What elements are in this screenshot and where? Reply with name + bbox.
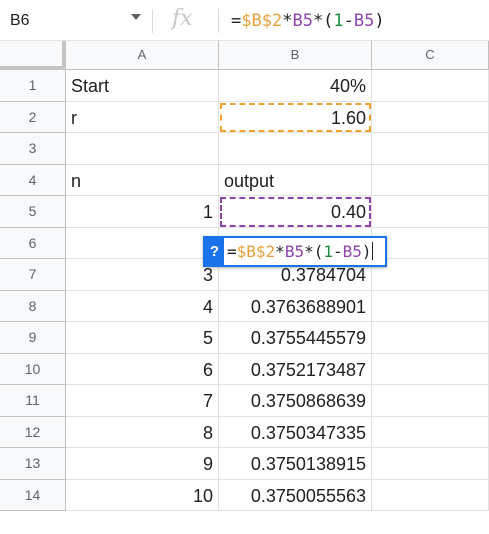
- name-box[interactable]: B6: [10, 8, 130, 34]
- formula-token: 1: [323, 242, 333, 261]
- formula-help-button[interactable]: ?: [205, 238, 224, 265]
- row-header[interactable]: 10: [0, 353, 66, 385]
- cell-c14[interactable]: [372, 479, 489, 511]
- cell-b8[interactable]: 0.3763688901: [219, 290, 372, 322]
- row-header[interactable]: 4: [0, 164, 66, 196]
- cell-a6[interactable]: [66, 227, 219, 259]
- row-header[interactable]: 13: [0, 448, 66, 480]
- formula-token: =: [227, 242, 237, 261]
- row-header[interactable]: 5: [0, 196, 66, 228]
- formula-token: 1: [333, 11, 344, 31]
- column-header-a[interactable]: A: [66, 41, 219, 70]
- cell-c11[interactable]: [372, 385, 489, 417]
- cell-c3[interactable]: [372, 133, 489, 165]
- row-header[interactable]: 1: [0, 70, 66, 102]
- formula-token: *(: [304, 242, 324, 261]
- cell-c10[interactable]: [372, 353, 489, 385]
- cell-a4[interactable]: n: [66, 164, 219, 196]
- cell-c8[interactable]: [372, 290, 489, 322]
- formula-token: ): [361, 242, 372, 261]
- chevron-down-icon[interactable]: [131, 14, 141, 20]
- formula-token: $B$2: [236, 242, 276, 261]
- cell-a12[interactable]: 8: [66, 416, 219, 448]
- cell-b2[interactable]: 1.60: [219, 101, 372, 133]
- cell-a5[interactable]: 1: [66, 196, 219, 228]
- row-header[interactable]: 9: [0, 322, 66, 354]
- row-header[interactable]: 2: [0, 101, 66, 133]
- formula-token: -: [332, 242, 343, 261]
- cell-a2[interactable]: r: [66, 101, 219, 133]
- cell-b14[interactable]: 0.3750055563: [219, 479, 372, 511]
- cell-a8[interactable]: 4: [66, 290, 219, 322]
- formula-token: B5: [342, 242, 362, 261]
- row-header[interactable]: 12: [0, 416, 66, 448]
- fx-icon: fx: [172, 6, 193, 31]
- row-header[interactable]: 3: [0, 133, 66, 165]
- cell-c7[interactable]: [372, 259, 489, 291]
- formula-token: -: [343, 11, 354, 31]
- row-header[interactable]: 7: [0, 259, 66, 291]
- cell-c5[interactable]: [372, 196, 489, 228]
- cell-a13[interactable]: 9: [66, 448, 219, 480]
- formula-token: $B$2: [241, 11, 283, 31]
- formula-token: =: [231, 11, 242, 31]
- cell-c9[interactable]: [372, 322, 489, 354]
- divider: [218, 9, 219, 33]
- cell-editor[interactable]: ? =$B$2*B5*(1-B5): [203, 236, 387, 267]
- formula-token: *: [275, 242, 285, 261]
- cell-a14[interactable]: 10: [66, 479, 219, 511]
- row-header[interactable]: 14: [0, 479, 66, 511]
- divider: [152, 9, 153, 33]
- cell-c4[interactable]: [372, 164, 489, 196]
- text-cursor: [371, 242, 373, 260]
- cell-a11[interactable]: 7: [66, 385, 219, 417]
- select-all-corner[interactable]: [0, 41, 66, 70]
- cell-b11[interactable]: 0.3750868639: [219, 385, 372, 417]
- cell-b9[interactable]: 0.3755445579: [219, 322, 372, 354]
- formula-token: B5: [292, 11, 313, 31]
- cell-b12[interactable]: 0.3750347335: [219, 416, 372, 448]
- row-header[interactable]: 8: [0, 290, 66, 322]
- cell-b4[interactable]: output: [219, 164, 372, 196]
- formula-token: *(: [312, 11, 334, 31]
- column-header-c[interactable]: C: [372, 41, 489, 70]
- cell-b10[interactable]: 0.3752173487: [219, 353, 372, 385]
- cell-a7[interactable]: 3: [66, 259, 219, 291]
- cell-b3[interactable]: [219, 133, 372, 165]
- cell-c12[interactable]: [372, 416, 489, 448]
- cell-c2[interactable]: [372, 101, 489, 133]
- cell-editor-formula[interactable]: =$B$2*B5*(1-B5): [227, 241, 373, 263]
- cell-c1[interactable]: [372, 70, 489, 102]
- formula-bar: B6 fx =$B$2*B5*(1-B5): [0, 0, 489, 41]
- cell-a10[interactable]: 6: [66, 353, 219, 385]
- cell-a9[interactable]: 5: [66, 322, 219, 354]
- row-header[interactable]: 6: [0, 227, 66, 259]
- formula-token: *: [282, 11, 293, 31]
- cell-b13[interactable]: 0.3750138915: [219, 448, 372, 480]
- cell-a1[interactable]: Start: [66, 70, 219, 102]
- column-header-b[interactable]: B: [219, 41, 372, 70]
- cell-c13[interactable]: [372, 448, 489, 480]
- formula-token: ): [374, 11, 385, 31]
- cell-a3[interactable]: [66, 133, 219, 165]
- row-header[interactable]: 11: [0, 385, 66, 417]
- formula-token: B5: [284, 242, 305, 261]
- cell-b1[interactable]: 40%: [219, 70, 372, 102]
- formula-input[interactable]: =$B$2*B5*(1-B5): [231, 10, 385, 32]
- formula-token: B5: [353, 11, 375, 31]
- cell-c6[interactable]: [372, 227, 489, 259]
- cell-b5[interactable]: 0.40: [219, 196, 372, 228]
